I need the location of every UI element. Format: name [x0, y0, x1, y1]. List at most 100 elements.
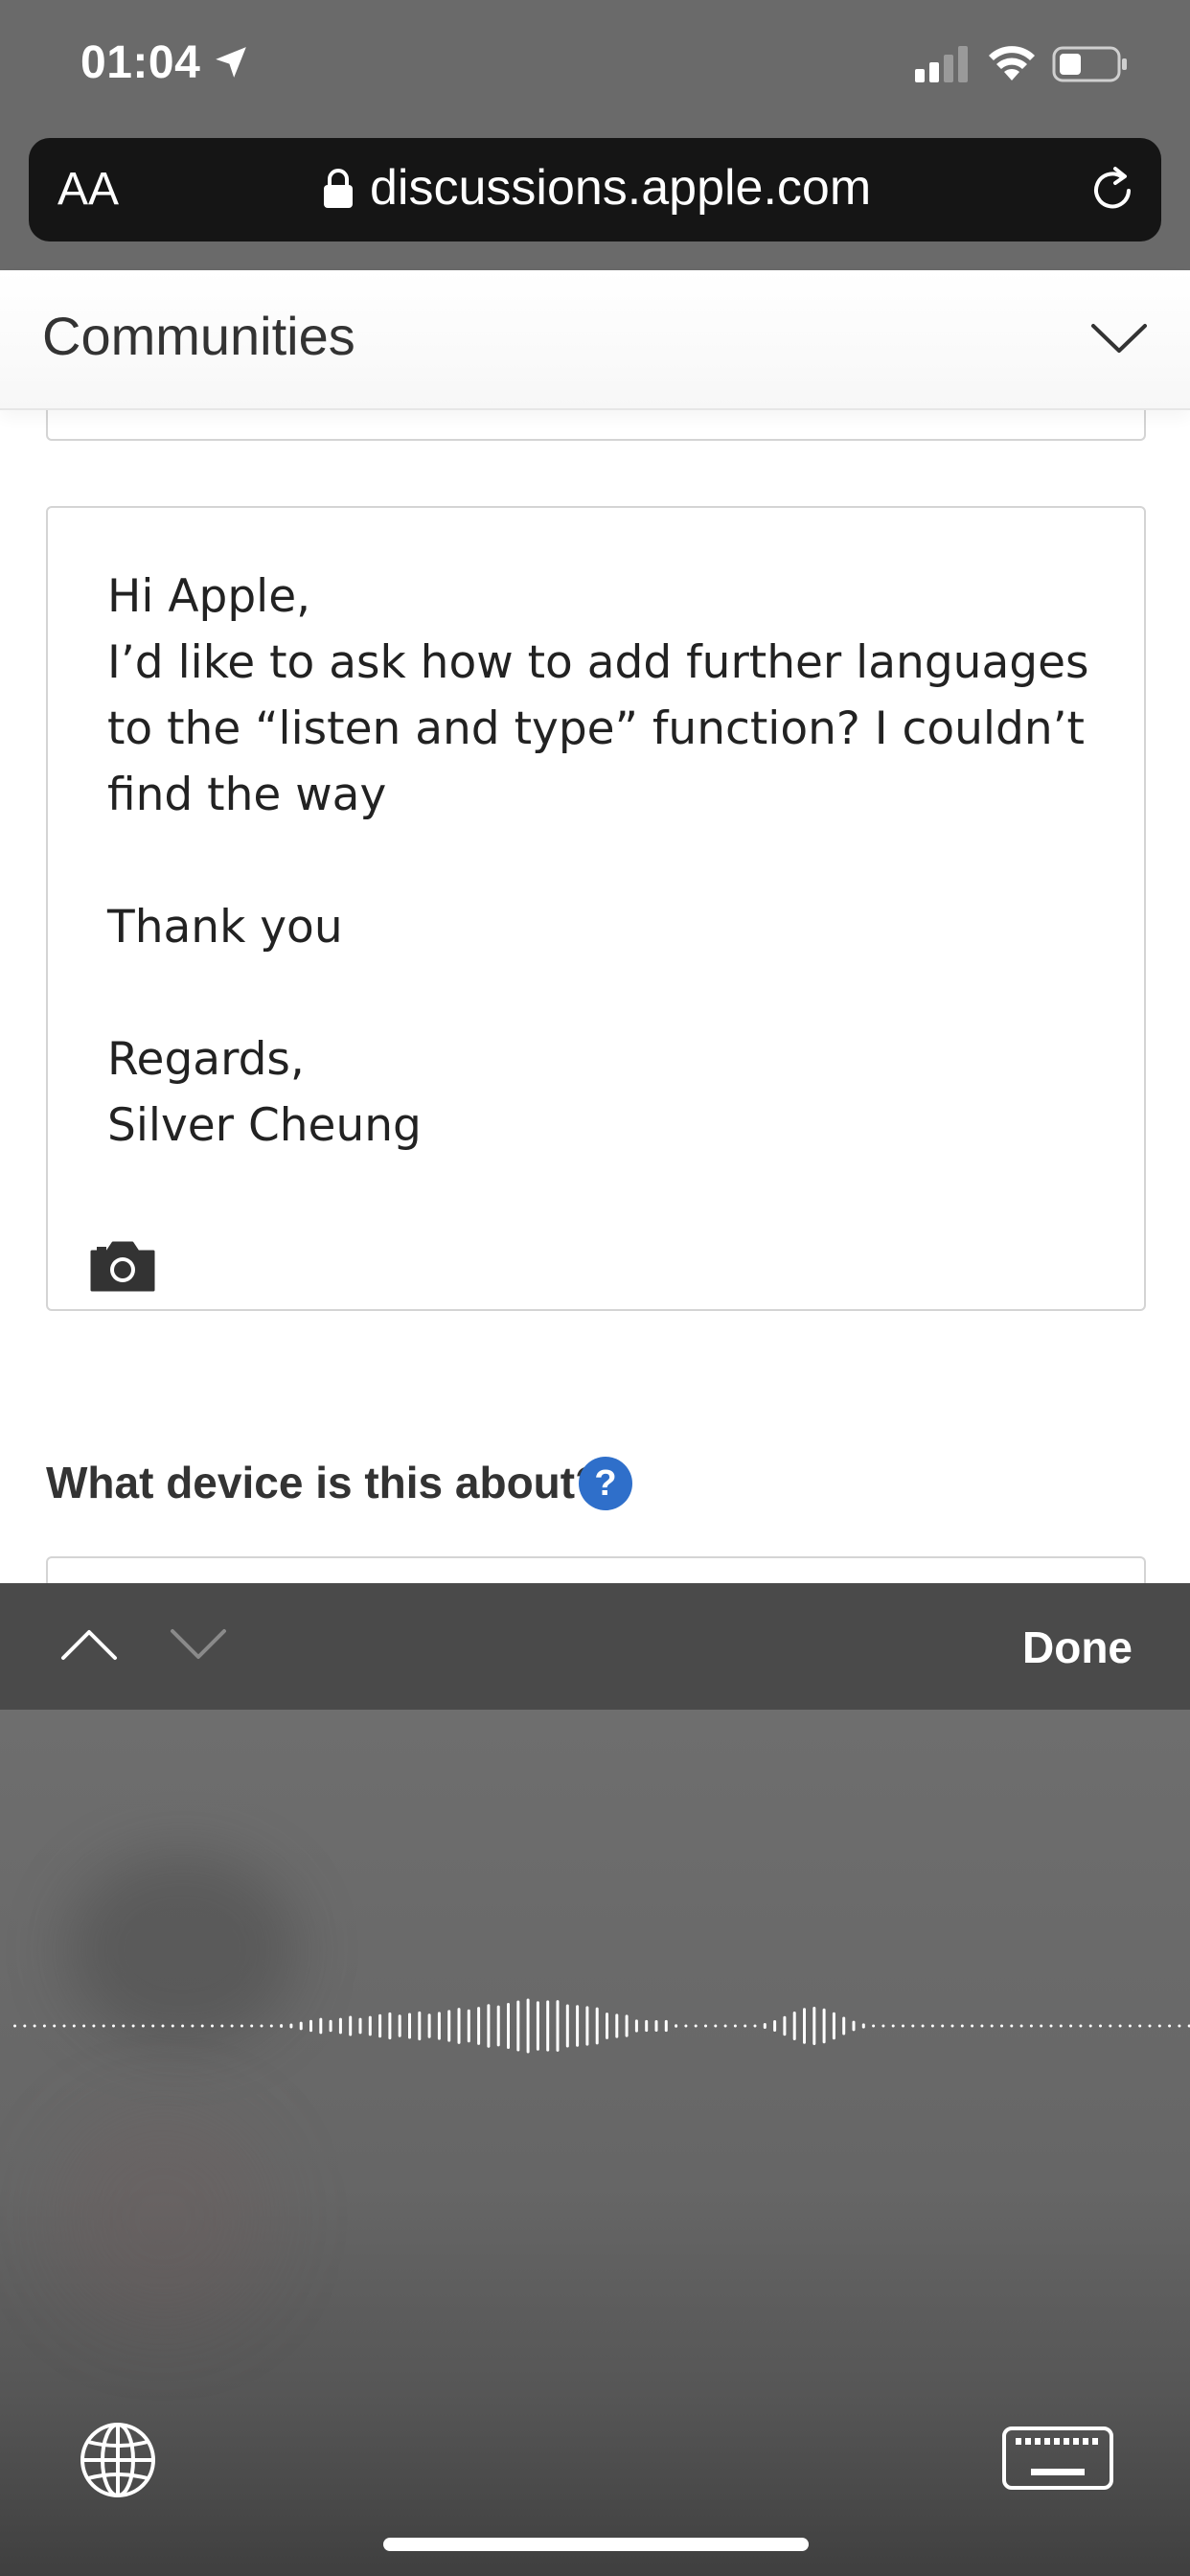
waveform-bar [388, 2012, 392, 2040]
waveform-bar [852, 2020, 856, 2032]
waveform-bar [1128, 2024, 1132, 2028]
waveform-bar [191, 2024, 195, 2028]
waveform-bar [349, 2015, 353, 2036]
keyboard-accessory-bar: Done [0, 1583, 1190, 1710]
waveform-bar [526, 1998, 530, 2054]
waveform-bar [280, 2024, 284, 2028]
message-editor[interactable]: Hi Apple, I’d like to ask how to add fur… [46, 506, 1146, 1311]
done-button[interactable]: Done [1022, 1622, 1133, 1673]
waveform-bar [950, 2024, 954, 2028]
waveform-bar [714, 2024, 718, 2028]
waveform-bar [131, 2024, 135, 2028]
waveform-bar [338, 2017, 342, 2035]
waveform-bar [309, 2019, 312, 2033]
camera-icon[interactable] [88, 1238, 157, 1294]
waveform-bar [496, 2005, 500, 2047]
waveform-bar [1079, 2024, 1083, 2028]
waveform-bar [171, 2024, 174, 2028]
waveform-bar [220, 2024, 224, 2028]
waveform-bar [645, 2019, 649, 2033]
keyboard-key [1035, 2438, 1041, 2445]
waveform-bar [792, 2012, 796, 2040]
waveform-bar [675, 2024, 678, 2028]
url-bar[interactable]: AA discussions.apple.com [29, 138, 1161, 242]
waveform-bar [723, 2024, 727, 2028]
waveform-bar [891, 2024, 895, 2028]
waveform-bar [565, 2004, 569, 2048]
waveform-bar [358, 2017, 362, 2035]
reload-icon[interactable] [1087, 165, 1138, 217]
browser-chrome: 01:04 AA discussions.apple.com [0, 0, 1190, 270]
waveform-bar [447, 2010, 451, 2042]
waveform-bar [783, 2015, 787, 2036]
keyboard-key [1016, 2438, 1021, 2445]
waveform-bar [990, 2024, 994, 2028]
chevron-down-icon[interactable] [1090, 322, 1148, 356]
waveform-bar [487, 2004, 491, 2048]
chevron-up-icon[interactable] [59, 1625, 119, 1664]
status-bar: 01:04 [0, 0, 1190, 129]
keyboard-key [1092, 2438, 1098, 2445]
waveform-bar [911, 2024, 915, 2028]
waveform-bar [33, 2024, 36, 2028]
waveform-bar [930, 2024, 934, 2028]
location-arrow-icon [216, 47, 246, 78]
waveform-bar [1040, 2024, 1043, 2028]
background-blur [57, 2112, 268, 2323]
keyboard-icon[interactable] [1002, 2426, 1113, 2494]
dictation-panel [0, 1710, 1190, 2576]
waveform-bar [902, 2024, 904, 2028]
waveform-bar [240, 2024, 243, 2028]
keyboard-key [1073, 2438, 1079, 2445]
keyboard-key [1083, 2438, 1088, 2445]
waveform-bar [1168, 2024, 1172, 2028]
waveform-bar [1069, 2024, 1073, 2028]
waveform-bar [250, 2024, 254, 2028]
waveform-bar [1178, 2024, 1181, 2028]
waveform-bar [507, 2002, 510, 2050]
waveform-bar [1049, 2024, 1053, 2028]
waveform-bar [477, 2007, 481, 2045]
waveform-bar [437, 2012, 441, 2040]
waveform-bar [921, 2024, 925, 2028]
waveform-bar [585, 2006, 589, 2046]
waveform-bar [329, 2019, 332, 2033]
status-time: 01:04 [80, 37, 201, 88]
waveform-bar [1157, 2024, 1161, 2028]
waveform-bar [457, 2008, 461, 2044]
waveform-bar [822, 2008, 826, 2044]
waveform-bar [42, 2024, 46, 2028]
globe-icon[interactable] [79, 2421, 157, 2499]
message-body[interactable]: Hi Apple, I’d like to ask how to add fur… [107, 564, 1104, 1159]
communities-title: Communities [42, 306, 355, 366]
chevron-down-icon[interactable] [169, 1625, 228, 1664]
waveform-bar [615, 2013, 619, 2038]
waveform-bar [418, 2011, 422, 2041]
communities-header[interactable]: Communities [0, 270, 1190, 410]
waveform-bar [872, 2024, 876, 2028]
url-text[interactable]: discussions.apple.com [370, 157, 871, 218]
waveform-bar [289, 2023, 293, 2029]
signal-icon [915, 46, 968, 82]
waveform-bar [1000, 2024, 1003, 2028]
text-size-button[interactable]: AA [57, 163, 119, 217]
lock-icon [324, 169, 353, 208]
waveform-bar [211, 2024, 214, 2028]
waveform-bar [694, 2024, 698, 2028]
waveform-bar [112, 2024, 115, 2028]
waveform-bar [1010, 2024, 1014, 2028]
help-button[interactable]: ? [579, 1457, 632, 1510]
waveform-bar [1148, 2024, 1152, 2028]
waveform-bar [960, 2024, 964, 2028]
waveform-bar [378, 2013, 382, 2038]
keyboard-key [1054, 2438, 1060, 2445]
waveform-bar [269, 2024, 273, 2028]
waveform-bar [92, 2024, 96, 2028]
waveform-bar [122, 2024, 126, 2028]
waveform-bar [230, 2024, 234, 2028]
keyboard-key [1044, 2438, 1050, 2445]
waveform-bar [1099, 2024, 1102, 2028]
waveform-bar [773, 2020, 777, 2032]
dictation-waveform [13, 1998, 1190, 2054]
waveform-bar [546, 2000, 550, 2052]
